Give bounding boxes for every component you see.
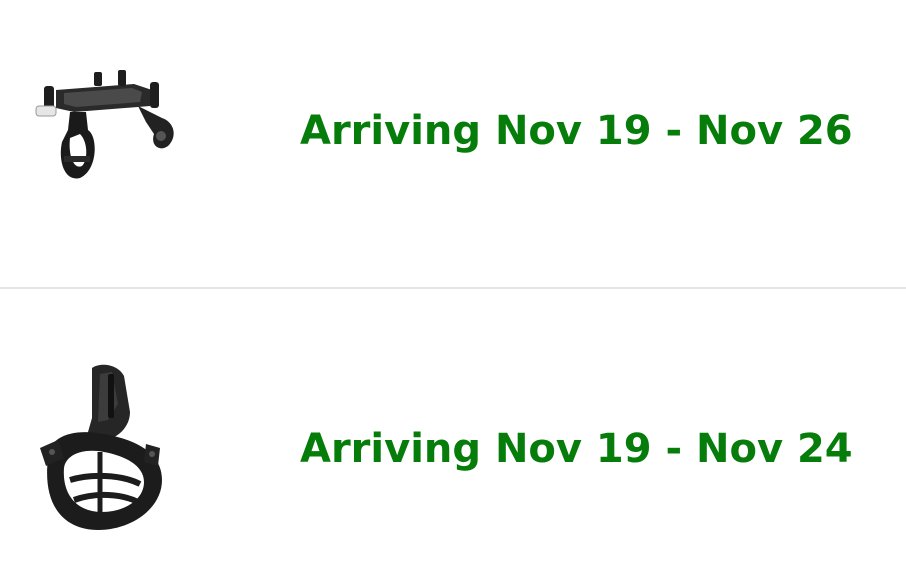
delivery-status: Arriving Nov 19 - Nov 24 [300,426,853,472]
order-row[interactable]: Arriving Nov 19 - Nov 24 [0,290,906,574]
order-list: Arriving Nov 19 - Nov 26 Arriving Nov 19… [0,0,906,574]
handlebar-clamp-mount-icon[interactable] [34,362,174,542]
phone-bike-mount-icon[interactable] [34,60,184,195]
divider [0,287,906,289]
order-row[interactable]: Arriving Nov 19 - Nov 26 [0,0,906,288]
delivery-status: Arriving Nov 19 - Nov 26 [300,108,853,154]
